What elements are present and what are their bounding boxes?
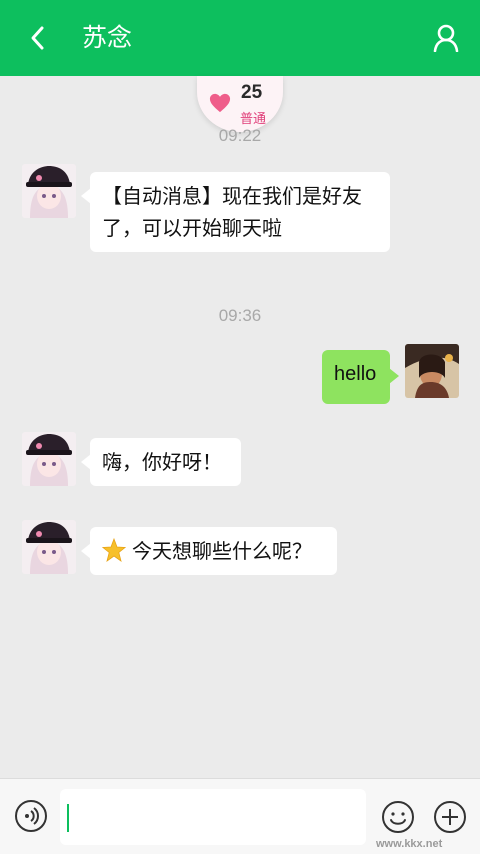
app-header: 苏念 (0, 0, 480, 76)
emoji-button[interactable] (381, 800, 415, 834)
more-button[interactable] (433, 800, 467, 834)
received-message[interactable]: 嗨，你好呀！ (81, 438, 241, 486)
message-text: 今天想聊些什么呢？ (132, 539, 312, 563)
chat-title: 苏念 (82, 23, 133, 52)
voice-icon (15, 800, 47, 832)
text-caret (67, 804, 69, 832)
chevron-left-icon (31, 26, 44, 50)
watermark: www.kkx.net (376, 838, 443, 850)
plus-circle-icon (434, 801, 466, 833)
person-icon (433, 24, 459, 52)
intimacy-level: 25 (241, 82, 263, 103)
star-icon (102, 538, 126, 562)
contact-avatar[interactable] (22, 432, 76, 486)
sent-message[interactable]: hello (322, 350, 399, 404)
voice-button[interactable] (14, 799, 48, 833)
received-message[interactable]: 【自动消息】现在我们是好友了，可以开始聊天啦 (81, 172, 390, 252)
contact-avatar[interactable] (22, 520, 76, 574)
my-avatar[interactable] (405, 344, 459, 398)
intimacy-label: 普通 (240, 112, 267, 127)
smiley-icon (382, 801, 414, 833)
message-input[interactable] (60, 789, 366, 845)
intimacy-badge[interactable]: 25 普通 (197, 76, 283, 132)
profile-button[interactable] (430, 22, 462, 54)
timestamp: 09:36 (218, 306, 262, 325)
heart-icon (209, 93, 231, 113)
contact-avatar[interactable] (22, 164, 76, 218)
timestamp: 09:22 (218, 126, 262, 145)
back-button[interactable] (22, 22, 54, 54)
received-message[interactable]: 今天想聊些什么呢？ (81, 527, 337, 575)
